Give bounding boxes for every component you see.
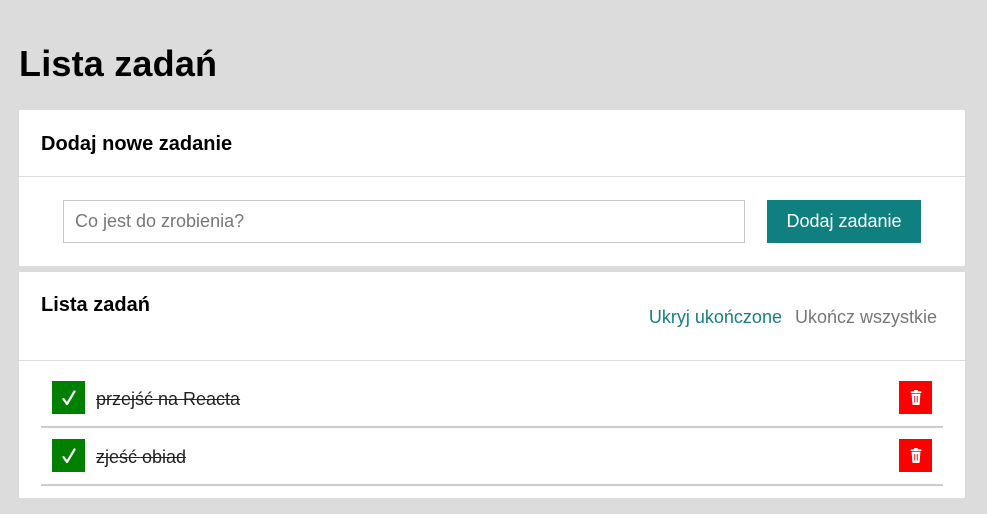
task-item: przejść na Reacta bbox=[41, 370, 943, 428]
list-header-buttons: Ukryj ukończone Ukończ wszystkie bbox=[649, 306, 937, 328]
add-section-title: Dodaj nowe zadanie bbox=[41, 133, 233, 155]
add-task-form: Dodaj zadanie bbox=[63, 200, 921, 243]
task-text: zjeść obiad bbox=[96, 447, 187, 467]
task-list-section: Lista zadań Ukryj ukończone Ukończ wszys… bbox=[19, 272, 965, 498]
check-icon bbox=[61, 389, 76, 405]
task-delete-button[interactable] bbox=[899, 439, 932, 472]
task-toggle-button[interactable] bbox=[52, 439, 85, 472]
page-title: Lista zadań bbox=[19, 43, 218, 84]
add-section-header: Dodaj nowe zadanie bbox=[19, 110, 965, 177]
add-task-section: Dodaj nowe zadanie Dodaj zadanie bbox=[19, 110, 965, 266]
list-section-title: Lista zadań bbox=[41, 294, 150, 316]
check-icon bbox=[61, 447, 76, 463]
trash-icon bbox=[910, 390, 921, 405]
hide-done-button[interactable]: Ukryj ukończone bbox=[649, 306, 782, 328]
list-section-header: Lista zadań Ukryj ukończone Ukończ wszys… bbox=[19, 272, 965, 361]
task-item: zjeść obiad bbox=[41, 428, 943, 486]
task-input[interactable] bbox=[63, 200, 745, 243]
task-delete-button[interactable] bbox=[899, 381, 932, 414]
task-list: przejść na Reacta zjeść obiad bbox=[41, 370, 943, 486]
complete-all-button[interactable]: Ukończ wszystkie bbox=[795, 306, 937, 328]
task-toggle-button[interactable] bbox=[52, 381, 85, 414]
add-task-button[interactable]: Dodaj zadanie bbox=[767, 200, 921, 243]
trash-icon bbox=[910, 448, 921, 463]
task-text: przejść na Reacta bbox=[96, 389, 241, 409]
